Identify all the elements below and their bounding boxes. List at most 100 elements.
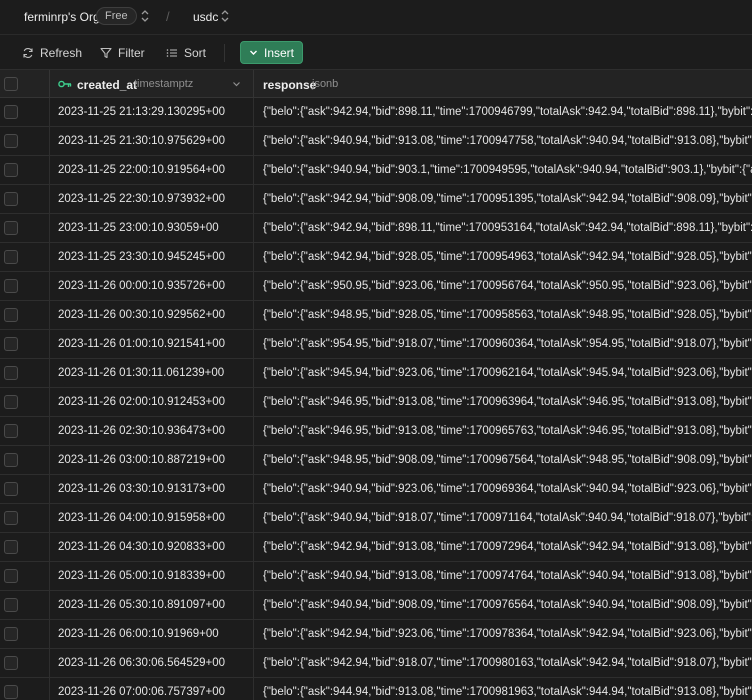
created-at-cell[interactable]: 2023-11-26 07:00:06.757397+00 — [50, 678, 254, 700]
table-row[interactable]: 2023-11-25 21:13:29.130295+00 {"belo":{"a… — [0, 98, 752, 127]
response-cell[interactable]: {"belo":{"ask":940.94,"bid":913.08,"time… — [254, 562, 752, 590]
table-row[interactable]: 2023-11-26 06:30:06.564529+00 {"belo":{"a… — [0, 649, 752, 678]
row-checkbox[interactable] — [4, 627, 18, 641]
org-name[interactable]: ferminrp's Org — [24, 10, 100, 24]
created-at-cell[interactable]: 2023-11-26 01:00:10.921541+00 — [50, 330, 254, 358]
table-row[interactable]: 2023-11-25 22:30:10.973932+00 {"belo":{"a… — [0, 185, 752, 214]
project-name[interactable]: usdc — [193, 10, 218, 24]
row-select-cell — [0, 359, 50, 387]
created-at-cell[interactable]: 2023-11-26 04:30:10.920833+00 — [50, 533, 254, 561]
table-row[interactable]: 2023-11-26 00:00:10.935726+00 {"belo":{"a… — [0, 272, 752, 301]
created-at-cell[interactable]: 2023-11-25 22:30:10.973932+00 — [50, 185, 254, 213]
created-at-cell[interactable]: 2023-11-25 22:00:10.919564+00 — [50, 156, 254, 184]
table-row[interactable]: 2023-11-26 03:00:10.887219+00 {"belo":{"a… — [0, 446, 752, 475]
chevron-down-icon[interactable] — [232, 80, 241, 88]
sort-button[interactable]: Sort — [166, 42, 206, 64]
row-checkbox[interactable] — [4, 105, 18, 119]
row-checkbox[interactable] — [4, 511, 18, 525]
created-at-cell[interactable]: 2023-11-26 00:30:10.929562+00 — [50, 301, 254, 329]
row-checkbox[interactable] — [4, 366, 18, 380]
table-row[interactable]: 2023-11-25 22:00:10.919564+00 {"belo":{"a… — [0, 156, 752, 185]
response-cell[interactable]: {"belo":{"ask":940.94,"bid":918.07,"time… — [254, 504, 752, 532]
org-switcher-chevron-icon[interactable] — [140, 9, 150, 23]
row-checkbox[interactable] — [4, 163, 18, 177]
row-checkbox[interactable] — [4, 482, 18, 496]
table-row[interactable]: 2023-11-26 06:00:10.91969+00 {"belo":{"as… — [0, 620, 752, 649]
response-cell[interactable]: {"belo":{"ask":944.94,"bid":913.08,"time… — [254, 678, 752, 700]
table-row[interactable]: 2023-11-25 21:30:10.975629+00 {"belo":{"a… — [0, 127, 752, 156]
row-checkbox[interactable] — [4, 308, 18, 322]
column-name: response — [263, 78, 317, 92]
created-at-cell[interactable]: 2023-11-26 02:30:10.936473+00 — [50, 417, 254, 445]
response-cell[interactable]: {"belo":{"ask":942.94,"bid":923.06,"time… — [254, 620, 752, 648]
row-checkbox[interactable] — [4, 221, 18, 235]
table-row[interactable]: 2023-11-26 02:30:10.936473+00 {"belo":{"a… — [0, 417, 752, 446]
row-checkbox[interactable] — [4, 250, 18, 264]
response-cell[interactable]: {"belo":{"ask":948.95,"bid":928.05,"time… — [254, 301, 752, 329]
project-switcher-chevron-icon[interactable] — [220, 9, 230, 23]
row-checkbox[interactable] — [4, 540, 18, 554]
row-checkbox[interactable] — [4, 598, 18, 612]
response-cell[interactable]: {"belo":{"ask":940.94,"bid":908.09,"time… — [254, 591, 752, 619]
response-cell[interactable]: {"belo":{"ask":946.95,"bid":913.08,"time… — [254, 388, 752, 416]
filter-button[interactable]: Filter — [100, 42, 145, 64]
response-cell[interactable]: {"belo":{"ask":954.95,"bid":918.07,"time… — [254, 330, 752, 358]
row-checkbox[interactable] — [4, 569, 18, 583]
created-at-cell[interactable]: 2023-11-25 23:30:10.945245+00 — [50, 243, 254, 271]
select-all-checkbox[interactable] — [4, 77, 18, 91]
column-header-response[interactable]: response jsonb — [254, 70, 752, 98]
table-row[interactable]: 2023-11-26 04:30:10.920833+00 {"belo":{"a… — [0, 533, 752, 562]
created-at-cell[interactable]: 2023-11-26 00:00:10.935726+00 — [50, 272, 254, 300]
row-checkbox[interactable] — [4, 656, 18, 670]
row-checkbox[interactable] — [4, 453, 18, 467]
response-cell[interactable]: {"belo":{"ask":946.95,"bid":913.08,"time… — [254, 417, 752, 445]
created-at-cell[interactable]: 2023-11-26 05:30:10.891097+00 — [50, 591, 254, 619]
row-checkbox[interactable] — [4, 424, 18, 438]
created-at-cell[interactable]: 2023-11-25 21:13:29.130295+00 — [50, 98, 254, 126]
table-row[interactable]: 2023-11-26 01:30:11.061239+00 {"belo":{"a… — [0, 359, 752, 388]
table-row[interactable]: 2023-11-26 05:00:10.918339+00 {"belo":{"a… — [0, 562, 752, 591]
response-cell[interactable]: {"belo":{"ask":940.94,"bid":923.06,"time… — [254, 475, 752, 503]
row-checkbox[interactable] — [4, 134, 18, 148]
row-checkbox[interactable] — [4, 279, 18, 293]
response-cell[interactable]: {"belo":{"ask":940.94,"bid":913.08,"time… — [254, 127, 752, 155]
table-row[interactable]: 2023-11-26 02:00:10.912453+00 {"belo":{"a… — [0, 388, 752, 417]
created-at-cell[interactable]: 2023-11-26 01:30:11.061239+00 — [50, 359, 254, 387]
response-cell[interactable]: {"belo":{"ask":942.94,"bid":898.11,"time… — [254, 214, 752, 242]
response-cell[interactable]: {"belo":{"ask":950.95,"bid":923.06,"time… — [254, 272, 752, 300]
column-header-created-at[interactable]: created_at timestamptz — [50, 70, 254, 98]
table-toolbar: Refresh Filter Sort Insert — [0, 34, 752, 70]
created-at-cell[interactable]: 2023-11-26 06:30:06.564529+00 — [50, 649, 254, 677]
created-at-cell[interactable]: 2023-11-26 04:00:10.915958+00 — [50, 504, 254, 532]
response-cell[interactable]: {"belo":{"ask":942.94,"bid":898.11,"time… — [254, 98, 752, 126]
created-at-cell[interactable]: 2023-11-25 21:30:10.975629+00 — [50, 127, 254, 155]
row-checkbox[interactable] — [4, 192, 18, 206]
row-select-cell — [0, 98, 50, 126]
row-checkbox[interactable] — [4, 685, 18, 699]
table-row[interactable]: 2023-11-26 04:00:10.915958+00 {"belo":{"a… — [0, 504, 752, 533]
table-row[interactable]: 2023-11-25 23:00:10.93059+00 {"belo":{"as… — [0, 214, 752, 243]
table-row[interactable]: 2023-11-26 03:30:10.913173+00 {"belo":{"a… — [0, 475, 752, 504]
refresh-button[interactable]: Refresh — [22, 42, 82, 64]
created-at-cell[interactable]: 2023-11-26 02:00:10.912453+00 — [50, 388, 254, 416]
table-row[interactable]: 2023-11-26 05:30:10.891097+00 {"belo":{"a… — [0, 591, 752, 620]
response-cell[interactable]: {"belo":{"ask":942.94,"bid":913.08,"time… — [254, 533, 752, 561]
response-cell[interactable]: {"belo":{"ask":942.94,"bid":928.05,"time… — [254, 243, 752, 271]
table-row[interactable]: 2023-11-26 00:30:10.929562+00 {"belo":{"a… — [0, 301, 752, 330]
row-checkbox[interactable] — [4, 395, 18, 409]
response-cell[interactable]: {"belo":{"ask":942.94,"bid":918.07,"time… — [254, 649, 752, 677]
table-row[interactable]: 2023-11-26 07:00:06.757397+00 {"belo":{"a… — [0, 678, 752, 700]
table-row[interactable]: 2023-11-26 01:00:10.921541+00 {"belo":{"a… — [0, 330, 752, 359]
created-at-cell[interactable]: 2023-11-26 06:00:10.91969+00 — [50, 620, 254, 648]
response-cell[interactable]: {"belo":{"ask":942.94,"bid":908.09,"time… — [254, 185, 752, 213]
created-at-cell[interactable]: 2023-11-26 03:00:10.887219+00 — [50, 446, 254, 474]
row-checkbox[interactable] — [4, 337, 18, 351]
response-cell[interactable]: {"belo":{"ask":940.94,"bid":903.1,"time"… — [254, 156, 752, 184]
created-at-cell[interactable]: 2023-11-25 23:00:10.93059+00 — [50, 214, 254, 242]
response-cell[interactable]: {"belo":{"ask":948.95,"bid":908.09,"time… — [254, 446, 752, 474]
insert-button[interactable]: Insert — [240, 41, 303, 64]
response-cell[interactable]: {"belo":{"ask":945.94,"bid":923.06,"time… — [254, 359, 752, 387]
created-at-cell[interactable]: 2023-11-26 05:00:10.918339+00 — [50, 562, 254, 590]
created-at-cell[interactable]: 2023-11-26 03:30:10.913173+00 — [50, 475, 254, 503]
table-row[interactable]: 2023-11-25 23:30:10.945245+00 {"belo":{"a… — [0, 243, 752, 272]
